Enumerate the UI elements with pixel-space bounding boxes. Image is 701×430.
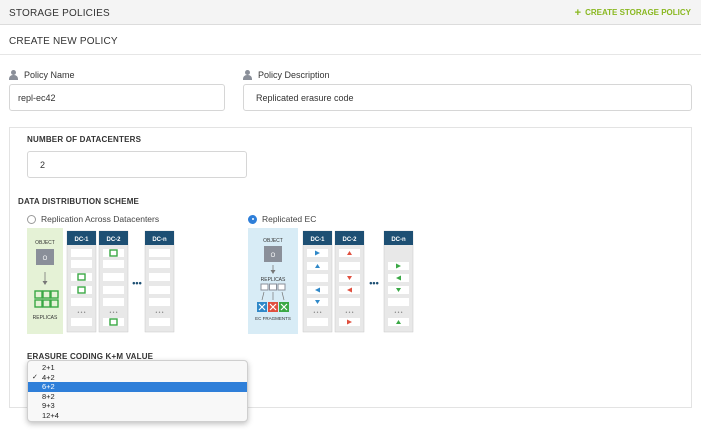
ec-dc-1-ellipsis: • • •	[313, 310, 321, 316]
datacenters-input[interactable]: 2	[27, 151, 247, 178]
ec-fragments-label: EC FRAGMENTS	[255, 316, 291, 321]
dc-1-label: DC-1	[74, 237, 89, 243]
page-title: STORAGE POLICIES	[9, 8, 110, 19]
person-icon	[243, 70, 252, 80]
ec-dc-n-column: DC-n • • •	[383, 230, 414, 333]
dc-2-column: DC-2 • • •	[98, 230, 129, 333]
form-title: CREATE NEW POLICY	[9, 36, 118, 47]
ec-dc-2-column: DC-2 • • •	[334, 230, 365, 333]
divider	[0, 54, 701, 55]
option-label: 6+2	[42, 382, 55, 392]
erasure-option-6-2[interactable]: 6+2	[28, 382, 247, 392]
ec-replicas-group	[260, 283, 286, 291]
create-storage-policy-button[interactable]: + CREATE STORAGE POLICY	[574, 6, 691, 19]
option-label: 8+2	[42, 391, 55, 401]
ec-replicas-label: REPLICAS	[261, 277, 286, 283]
datacenters-label: NUMBER OF DATACENTERS	[27, 135, 142, 144]
checkmark-icon: ✓	[32, 373, 38, 381]
erasure-option-2-1[interactable]: 2+1	[28, 363, 247, 373]
object-label: OBJECT	[35, 240, 55, 246]
dc-2-ellipsis: • • •	[109, 310, 117, 316]
erasure-coding-dropdown[interactable]: 2+1 ✓ 4+2 6+2 8+2 9+3 12+4	[27, 360, 248, 422]
dc-n-ellipsis: • • •	[155, 310, 163, 316]
policy-name-input[interactable]: repl-ec42	[9, 84, 225, 111]
radio-label-replication: Replication Across Datacenters	[41, 214, 160, 224]
ec-object-label: OBJECT	[263, 238, 283, 244]
ec-dc-1-label: DC-1	[310, 237, 325, 243]
option-label: 12+4	[42, 410, 59, 420]
ec-dc-1-column: DC-1 • • •	[302, 230, 333, 333]
person-icon	[9, 70, 18, 80]
ec-dc-n-label: DC-n	[391, 237, 406, 243]
dc-2-label: DC-2	[106, 237, 121, 243]
ec-dc-2-label: DC-2	[342, 237, 357, 243]
option-label: 2+1	[42, 363, 55, 372]
replication-diagram: OBJECT O REPLICAS DC-1 • • • DC-2 • • • …	[27, 228, 175, 334]
radio-circle	[27, 214, 36, 224]
policy-name-label-text: Policy Name	[24, 70, 75, 80]
ec-dc-2-ellipsis: • • •	[345, 310, 353, 316]
ec-fragments-group	[257, 302, 289, 312]
policy-description-label: Policy Description	[243, 70, 330, 80]
top-bar: STORAGE POLICIES + CREATE STORAGE POLICY	[0, 0, 701, 25]
dc-1-column: DC-1 • • •	[66, 230, 97, 333]
dc-1-ellipsis: • • •	[77, 310, 85, 316]
replicated-ec-diagram: OBJECT O REPLICAS EC FRAGMENTS DC-1 • • …	[248, 228, 414, 334]
option-label: 9+3	[42, 401, 55, 411]
option-label: 4+2	[42, 372, 55, 382]
radio-circle-selected	[248, 214, 257, 224]
dc-ellipsis: •••	[132, 278, 141, 288]
policy-description-input[interactable]: Replicated erasure code	[243, 84, 692, 111]
scheme-label: DATA DISTRIBUTION SCHEME	[18, 197, 140, 206]
policy-description-label-text: Policy Description	[258, 70, 330, 80]
erasure-option-9-3[interactable]: 9+3	[28, 401, 247, 411]
plus-icon: +	[574, 6, 582, 19]
create-storage-policy-label: CREATE STORAGE POLICY	[585, 8, 691, 17]
ec-object-glyph: O	[271, 253, 276, 259]
ec-dc-ellipsis: •••	[369, 278, 378, 288]
radio-replicated-ec[interactable]: Replicated EC	[248, 214, 316, 224]
policy-name-label: Policy Name	[9, 70, 75, 80]
radio-replication-across-datacenters[interactable]: Replication Across Datacenters	[27, 214, 159, 224]
replicas-label: REPLICAS	[33, 315, 58, 321]
object-glyph: O	[43, 256, 48, 262]
ec-dc-n-ellipsis: • • •	[394, 310, 402, 316]
dc-n-label: DC-n	[152, 237, 167, 243]
erasure-option-8-2[interactable]: 8+2	[28, 392, 247, 402]
erasure-option-12-4[interactable]: 12+4	[28, 411, 247, 421]
erasure-option-4-2[interactable]: ✓ 4+2	[28, 373, 247, 383]
dc-n-column: DC-n • • •	[144, 230, 175, 333]
radio-label-replicated-ec: Replicated EC	[262, 214, 317, 224]
